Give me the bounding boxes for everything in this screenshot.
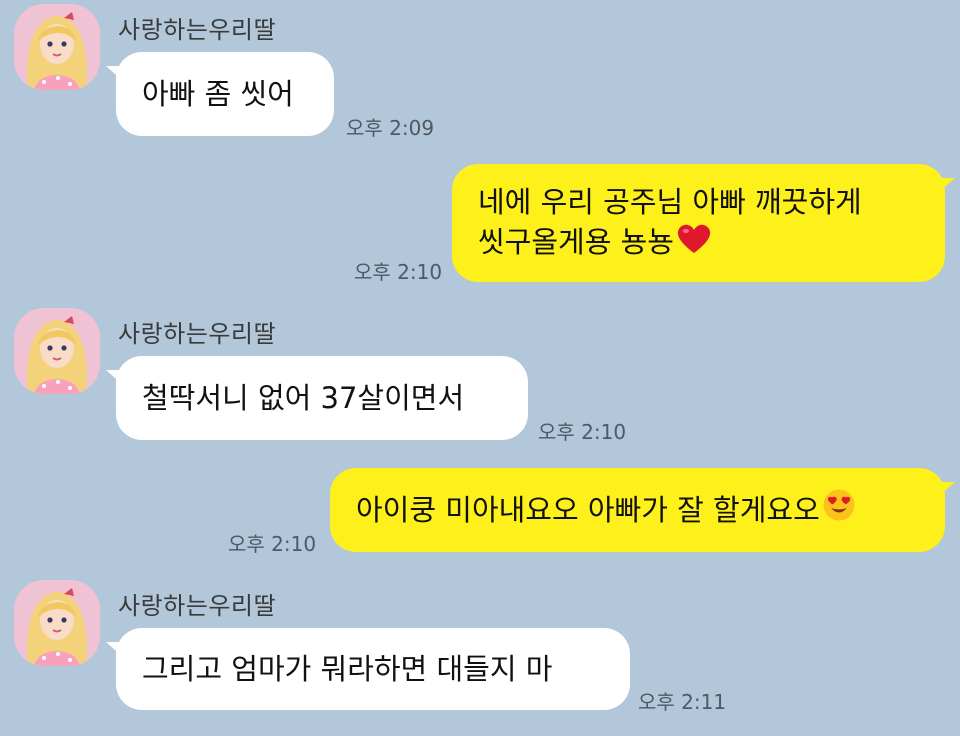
outgoing-message-bubble[interactable]: 네에 우리 공주님 아빠 깨끗하게 씻구올게용 뇽뇽 xyxy=(452,164,955,282)
doll-avatar-icon xyxy=(14,308,100,394)
sender-avatar[interactable] xyxy=(14,308,100,394)
incoming-message-bubble[interactable]: 아빠 좀 씻어 xyxy=(106,52,334,136)
message-text: 철딱서니 없어 37살이면서 xyxy=(142,381,465,415)
sender-name: 사랑하는우리딸 xyxy=(118,592,277,620)
message-text: 그리고 엄마가 뭐라하면 대들지 마 xyxy=(142,652,553,686)
doll-avatar-icon xyxy=(14,4,100,90)
doll-avatar-icon xyxy=(14,580,100,666)
sender-name: 사랑하는우리딸 xyxy=(118,16,277,44)
red-heart-icon xyxy=(676,223,712,265)
sender-name: 사랑하는우리딸 xyxy=(118,320,277,348)
message-time: 오후 2:09 xyxy=(346,116,435,140)
sender-avatar[interactable] xyxy=(14,4,100,90)
message-time: 오후 2:11 xyxy=(638,690,727,714)
message-text: 아빠 좀 씻어 xyxy=(142,77,294,111)
message-text-line-1: 네에 우리 공주님 아빠 깨끗하게 xyxy=(478,184,862,219)
message-time: 오후 2:10 xyxy=(354,260,443,284)
message-time: 오후 2:10 xyxy=(228,532,317,556)
outgoing-message-bubble[interactable]: 아이쿵 미아내요오 아빠가 잘 할게요오 xyxy=(330,468,955,552)
chat-room: 사랑하는우리딸 아빠 좀 씻어 오후 2:09 오후 2:10 네에 우리 공주… xyxy=(0,0,960,736)
sender-avatar[interactable] xyxy=(14,580,100,666)
incoming-message-bubble[interactable]: 그리고 엄마가 뭐라하면 대들지 마 xyxy=(106,628,630,710)
message-text-line-2: 씻구올게용 뇽뇽 xyxy=(478,224,674,259)
heart-eyes-face-icon xyxy=(822,488,856,532)
incoming-message-bubble[interactable]: 철딱서니 없어 37살이면서 xyxy=(106,356,528,440)
message-time: 오후 2:10 xyxy=(538,420,627,444)
message-text: 아이쿵 미아내요오 아빠가 잘 할게요오 xyxy=(356,493,820,527)
